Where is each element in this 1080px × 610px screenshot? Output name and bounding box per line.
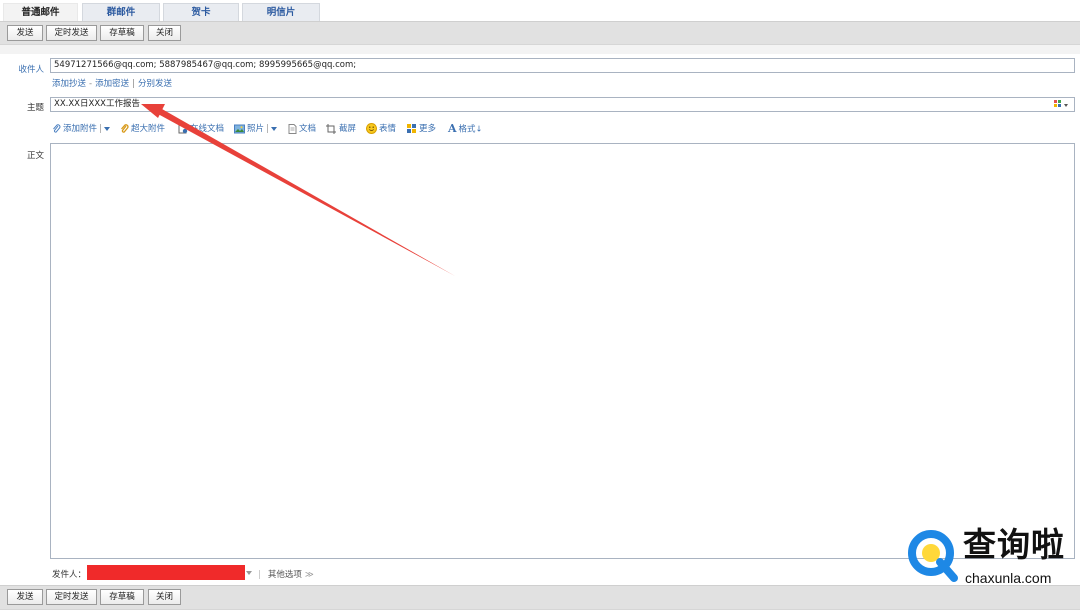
close-button-bottom[interactable]: 关闭 [148,589,181,605]
sender-dropdown-caret[interactable] [246,571,252,575]
link-divider: | [132,79,135,89]
magnifier-logo-icon [908,530,958,582]
sender-select-redacted[interactable] [87,565,245,580]
add-cc-link[interactable]: 添加抄送 [52,79,86,89]
online-doc-icon [178,124,188,133]
top-action-toolbar: 发送 定时发送 存草稿 关闭 [0,21,1080,45]
more-button[interactable]: 更多 [407,123,436,135]
scheduled-send-button-bottom[interactable]: 定时发送 [46,589,97,605]
chevron-down-icon: ≫ [304,570,314,580]
subject-input[interactable]: XX.XX日XXX工作报告 [50,97,1075,112]
screenshot-button[interactable]: 截屏 [326,123,356,135]
watermark-logo: 查询啦 chaxunla.com [905,524,1077,586]
more-apps-icon [407,123,416,133]
tab-group-mail[interactable]: 群邮件 [82,3,160,21]
photo-icon [234,124,245,133]
bottom-action-toolbar: 发送 定时发送 存草稿 关闭 [0,585,1080,610]
body-label: 正文 [26,151,44,161]
emoji-icon [366,123,377,134]
recipients-input[interactable]: 54971271566@qq.com; 5887985467@qq.com; 8… [50,58,1075,73]
emoji-label: 表情 [379,124,397,134]
paperclip-icon [53,123,61,133]
online-doc-button[interactable]: 在线文档 [178,123,224,135]
sender-label: 发件人： [52,570,87,580]
tab-postcard[interactable]: 明信片 [242,3,320,21]
separate-send-link[interactable]: 分别发送 [138,79,172,89]
watermark-site: chaxunla.com [965,570,1052,586]
close-button[interactable]: 关闭 [148,25,181,41]
format-button[interactable]: A 格式↓ [448,123,482,135]
screenshot-icon [326,123,336,134]
photo-label: 照片 [247,124,265,134]
format-label: 格式 [458,124,476,135]
photo-dropdown-caret[interactable] [270,126,277,131]
compose-type-tabs: 普通邮件 群邮件 贺卡 明信片 [0,0,1080,21]
emoji-button[interactable]: 表情 [366,123,396,135]
save-draft-button[interactable]: 存草稿 [100,25,144,41]
scheduled-send-button[interactable]: 定时发送 [46,25,97,41]
format-toggle-icon: ↓ [475,124,483,134]
divider: | [266,124,269,134]
more-label: 更多 [419,124,437,134]
add-attachment-button[interactable]: 添加附件 | [52,123,110,135]
attachment-dropdown-caret[interactable] [103,126,110,131]
message-body-editor[interactable] [50,143,1075,559]
large-attachment-button[interactable]: 超大附件 [120,123,165,135]
document-label: 文档 [299,124,317,134]
large-attachment-icon [121,123,129,133]
document-icon [288,123,297,134]
add-attachment-label: 添加附件 [63,124,98,134]
other-options-label: 其他选项 [267,570,302,580]
tab-normal-mail[interactable]: 普通邮件 [3,3,78,21]
screenshot-label: 截屏 [339,124,357,134]
other-options-toggle[interactable]: | 其他选项 ≫ [258,568,314,580]
link-separator: - [89,79,93,89]
tab-greeting-card[interactable]: 贺卡 [163,3,239,21]
send-button[interactable]: 发送 [7,25,43,41]
large-attachment-label: 超大附件 [131,124,166,134]
divider: | [258,570,261,580]
document-button[interactable]: 文档 [288,123,316,135]
recipient-options: 添加抄送 - 添加密送 | 分别发送 [52,77,172,89]
subject-style-picker-icon[interactable] [1054,100,1070,109]
to-label[interactable]: 收件人 [4,63,44,75]
divider: | [99,124,102,134]
subject-label: 主题 [26,103,44,113]
add-bcc-link[interactable]: 添加密送 [95,79,129,89]
photo-button[interactable]: 照片 | [234,123,277,135]
save-draft-button-bottom[interactable]: 存草稿 [100,589,144,605]
toolbar-separator [0,45,1080,54]
online-doc-label: 在线文档 [190,124,225,134]
send-button-bottom[interactable]: 发送 [7,589,43,605]
text-format-icon: A [448,122,457,135]
watermark-title: 查询啦 [963,525,1065,564]
